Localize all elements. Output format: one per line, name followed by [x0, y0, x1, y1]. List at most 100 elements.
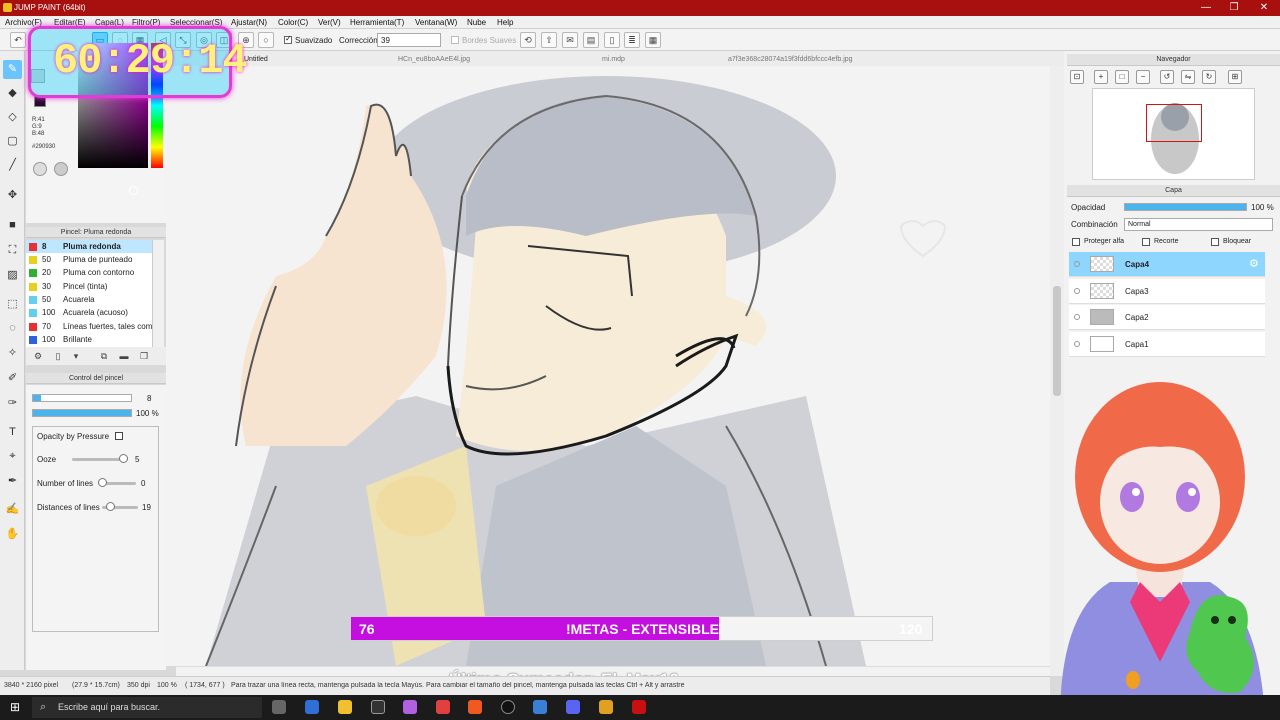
- brush-item[interactable]: 50 Pluma de punteado: [26, 253, 152, 266]
- rotate-icon[interactable]: ⟲: [520, 32, 536, 48]
- file-explorer-icon[interactable]: [338, 700, 352, 714]
- close-button[interactable]: ✕: [1250, 0, 1278, 16]
- ooze-slider-knob[interactable]: [119, 454, 128, 463]
- operation-tool-icon[interactable]: ⌖: [3, 447, 22, 466]
- discord-icon[interactable]: [566, 700, 580, 714]
- menu-color[interactable]: Color(C): [278, 18, 308, 27]
- menu-ver[interactable]: Ver(V): [318, 18, 341, 27]
- obs-icon[interactable]: [501, 700, 515, 714]
- opacity-by-pressure-checkbox[interactable]: [115, 432, 123, 440]
- circle-icon[interactable]: ○: [258, 32, 274, 48]
- panel-icon[interactable]: ▤: [583, 32, 599, 48]
- eraser-tool-icon[interactable]: ◆: [3, 84, 22, 103]
- taskbar-search[interactable]: ⌕ Escribe aquí para buscar.: [32, 697, 262, 718]
- actual-size-icon[interactable]: □: [1115, 70, 1129, 84]
- layer-settings-icon[interactable]: ⚙: [1249, 257, 1259, 270]
- layer-row[interactable]: Capa1: [1069, 332, 1265, 357]
- suavizado-checkbox[interactable]: [284, 34, 292, 44]
- reset-view-icon[interactable]: ⊞: [1228, 70, 1242, 84]
- zoom-fit-icon[interactable]: ⊡: [1070, 70, 1084, 84]
- store-icon[interactable]: [436, 700, 450, 714]
- brush-settings-icon[interactable]: ⚙: [32, 350, 44, 362]
- copy-brush-icon[interactable]: ⧉: [98, 350, 110, 362]
- notion-icon[interactable]: [371, 700, 385, 714]
- fill-rect-icon[interactable]: ■: [3, 216, 22, 235]
- menu-ajustar[interactable]: Ajustar(N): [231, 18, 267, 27]
- duplicate-icon[interactable]: ❐: [138, 350, 150, 362]
- brush-item[interactable]: 8 Pluma redonda: [26, 240, 152, 253]
- menu-ventana[interactable]: Ventana(W): [415, 18, 457, 27]
- windows-start-icon[interactable]: ⊞: [10, 701, 22, 713]
- select-pen-icon[interactable]: ✐: [3, 369, 22, 388]
- brush-item[interactable]: 70 Líneas fuertes, tales como: [26, 320, 152, 333]
- line-tool-icon[interactable]: ╱: [3, 156, 22, 175]
- gradient-tool-icon[interactable]: ▨: [3, 266, 22, 285]
- flip-icon[interactable]: ⇋: [1181, 70, 1195, 84]
- brush-list-scrollbar[interactable]: [152, 240, 164, 347]
- pen-tool-icon[interactable]: ✎: [3, 60, 22, 79]
- maximize-button[interactable]: ❐: [1220, 0, 1248, 16]
- tiles-icon[interactable]: ▦: [645, 32, 661, 48]
- comment-icon[interactable]: ✉: [562, 32, 578, 48]
- move-tool-icon[interactable]: ✥: [3, 186, 22, 205]
- select-tool-icon[interactable]: ⬚: [3, 295, 22, 314]
- folder-icon[interactable]: ▬: [118, 350, 130, 362]
- layer-visibility-icon[interactable]: [1074, 341, 1080, 347]
- jump-paint-taskbar-icon[interactable]: [632, 700, 646, 714]
- new-brush-icon[interactable]: ▯: [52, 350, 64, 362]
- bucket-tool-icon[interactable]: ⛶: [3, 241, 22, 260]
- brush-dropdown-icon[interactable]: ▾: [70, 350, 82, 362]
- blend-mode-select[interactable]: Normal: [1124, 218, 1273, 231]
- bordes-suaves-checkbox[interactable]: [451, 36, 459, 44]
- tab-mi-mdp[interactable]: mi.mdp: [602, 53, 625, 66]
- select-eraser-icon[interactable]: ✑: [3, 394, 22, 413]
- page-icon[interactable]: ▯: [604, 32, 620, 48]
- media-app-icon[interactable]: [599, 700, 613, 714]
- brush-item[interactable]: 100 Brillante: [26, 333, 152, 346]
- navigator-viewport-rect[interactable]: [1146, 104, 1202, 142]
- brush-item[interactable]: 100 Acuarela (acuoso): [26, 306, 152, 319]
- layer-visibility-icon[interactable]: [1074, 288, 1080, 294]
- layer-opacity-bar[interactable]: [1124, 203, 1247, 211]
- clip-checkbox[interactable]: [1142, 238, 1150, 246]
- brush-item[interactable]: 30 Pincel (tinta): [26, 280, 152, 293]
- menu-herramienta[interactable]: Herramienta(T): [350, 18, 404, 27]
- layer-visibility-icon[interactable]: [1074, 261, 1080, 267]
- list-icon[interactable]: ≣: [624, 32, 640, 48]
- rect-select-icon[interactable]: ▢: [3, 132, 22, 151]
- menu-nube[interactable]: Nube: [467, 18, 486, 27]
- tab-hcn-jpg[interactable]: HCn_eu8boAAeE4l.jpg: [398, 53, 470, 66]
- distances-slider-knob[interactable]: [106, 502, 115, 511]
- rotate-left-icon[interactable]: ↺: [1160, 70, 1174, 84]
- brush-item[interactable]: 50 Acuarela: [26, 293, 152, 306]
- brush-size-bar[interactable]: [32, 394, 132, 402]
- layer-row[interactable]: Capa3: [1069, 279, 1265, 304]
- soft-eraser-icon[interactable]: ◇: [3, 108, 22, 127]
- undo-icon[interactable]: ↶: [10, 32, 26, 48]
- drawing-canvas[interactable]: [166, 66, 1050, 666]
- correccion-select[interactable]: 39: [377, 33, 441, 47]
- color-wheel-icon[interactable]: [33, 162, 47, 176]
- pen-app-icon[interactable]: [403, 700, 417, 714]
- zoom-out-icon[interactable]: −: [1136, 70, 1150, 84]
- terminal-icon[interactable]: [533, 700, 547, 714]
- layer-row[interactable]: Capa2: [1069, 305, 1265, 330]
- rotate-right-icon[interactable]: ↻: [1202, 70, 1216, 84]
- task-view-icon[interactable]: [272, 700, 286, 714]
- export-icon[interactable]: ⇧: [541, 32, 557, 48]
- brave-browser-icon[interactable]: [468, 700, 482, 714]
- lock-checkbox[interactable]: [1211, 238, 1219, 246]
- lines-slider-knob[interactable]: [98, 478, 107, 487]
- edit-tool-icon[interactable]: ✍: [3, 500, 22, 519]
- tab-a7f3-jpg[interactable]: a7f3e368c28074a19f3fdd6bfccc4efb.jpg: [728, 53, 853, 66]
- palette-icon[interactable]: [54, 162, 68, 176]
- layer-row[interactable]: Capa4 ⚙: [1069, 252, 1265, 277]
- layer-visibility-icon[interactable]: [1074, 314, 1080, 320]
- brush-opacity-bar[interactable]: [32, 409, 132, 417]
- minimize-button[interactable]: —: [1192, 0, 1220, 16]
- brush-item[interactable]: 20 Pluma con contorno: [26, 266, 152, 279]
- tab-untitled[interactable]: Untitled: [244, 53, 268, 66]
- text-tool-icon[interactable]: T: [3, 423, 22, 442]
- menu-help[interactable]: Help: [497, 18, 513, 27]
- protect-alpha-checkbox[interactable]: [1072, 238, 1080, 246]
